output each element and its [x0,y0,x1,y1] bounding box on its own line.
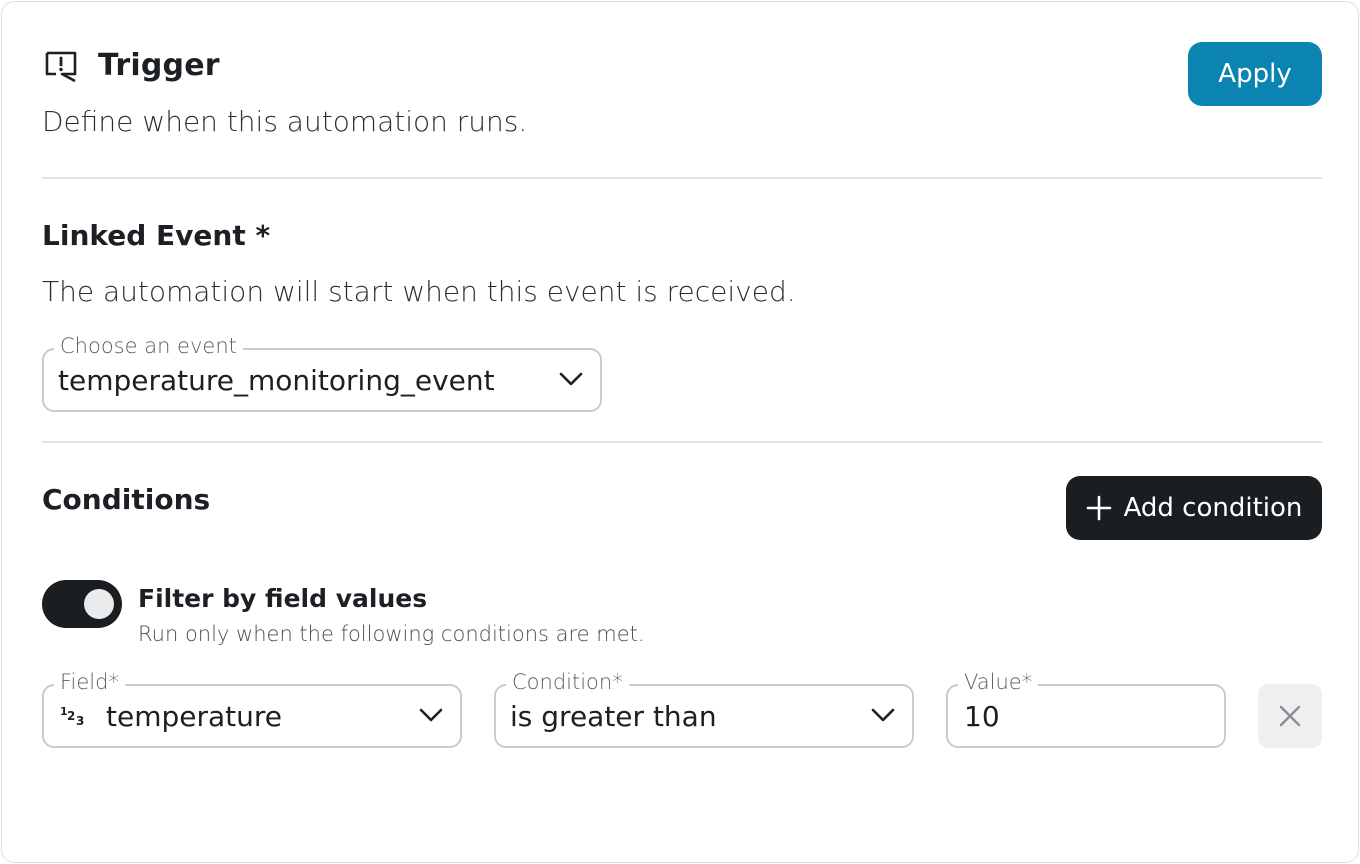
add-condition-label: Add condition [1123,493,1303,523]
alert-message-icon [45,51,77,83]
chevron-down-icon [871,708,895,722]
divider [42,177,1322,179]
trigger-panel: Trigger Define when this automation runs… [1,1,1359,863]
value-input-label: Value* [958,670,1039,694]
event-select-value: temperature_monitoring_event [58,364,495,397]
field-select[interactable]: Field* 1 2 3 temperature [42,670,462,748]
linked-event-title: Linked Event * [42,219,271,252]
filter-toggle[interactable] [42,580,122,628]
close-icon [1279,705,1301,727]
condition-select-value: is greater than [510,700,717,733]
toggle-knob [84,589,114,619]
conditions-title: Conditions [42,483,211,516]
event-select-label: Choose an event [54,334,243,358]
add-condition-button[interactable]: Add condition [1066,476,1322,540]
filter-description: Run only when the following conditions a… [138,622,645,646]
condition-select[interactable]: Condition* is greater than [494,670,914,748]
chevron-down-icon [419,708,443,722]
condition-select-label: Condition* [506,670,629,694]
chevron-down-icon [559,372,583,386]
numeric-type-icon: 1 2 3 [60,705,84,728]
remove-condition-button[interactable] [1258,684,1322,748]
filter-title: Filter by field values [138,584,428,613]
value-input[interactable]: Value* 10 [946,670,1226,748]
svg-text:3: 3 [76,714,84,728]
field-select-value: temperature [106,700,282,733]
page-subtitle: Define when this automation runs. [42,105,528,138]
field-select-label: Field* [54,670,125,694]
divider [42,441,1322,443]
event-select[interactable]: Choose an event temperature_monitoring_e… [42,334,602,412]
value-input-value: 10 [964,700,1000,733]
apply-button[interactable]: Apply [1188,42,1322,106]
linked-event-description: The automation will start when this even… [42,275,796,308]
svg-text:2: 2 [67,709,75,723]
plus-icon [1086,495,1111,521]
page-title: Trigger [98,48,220,83]
